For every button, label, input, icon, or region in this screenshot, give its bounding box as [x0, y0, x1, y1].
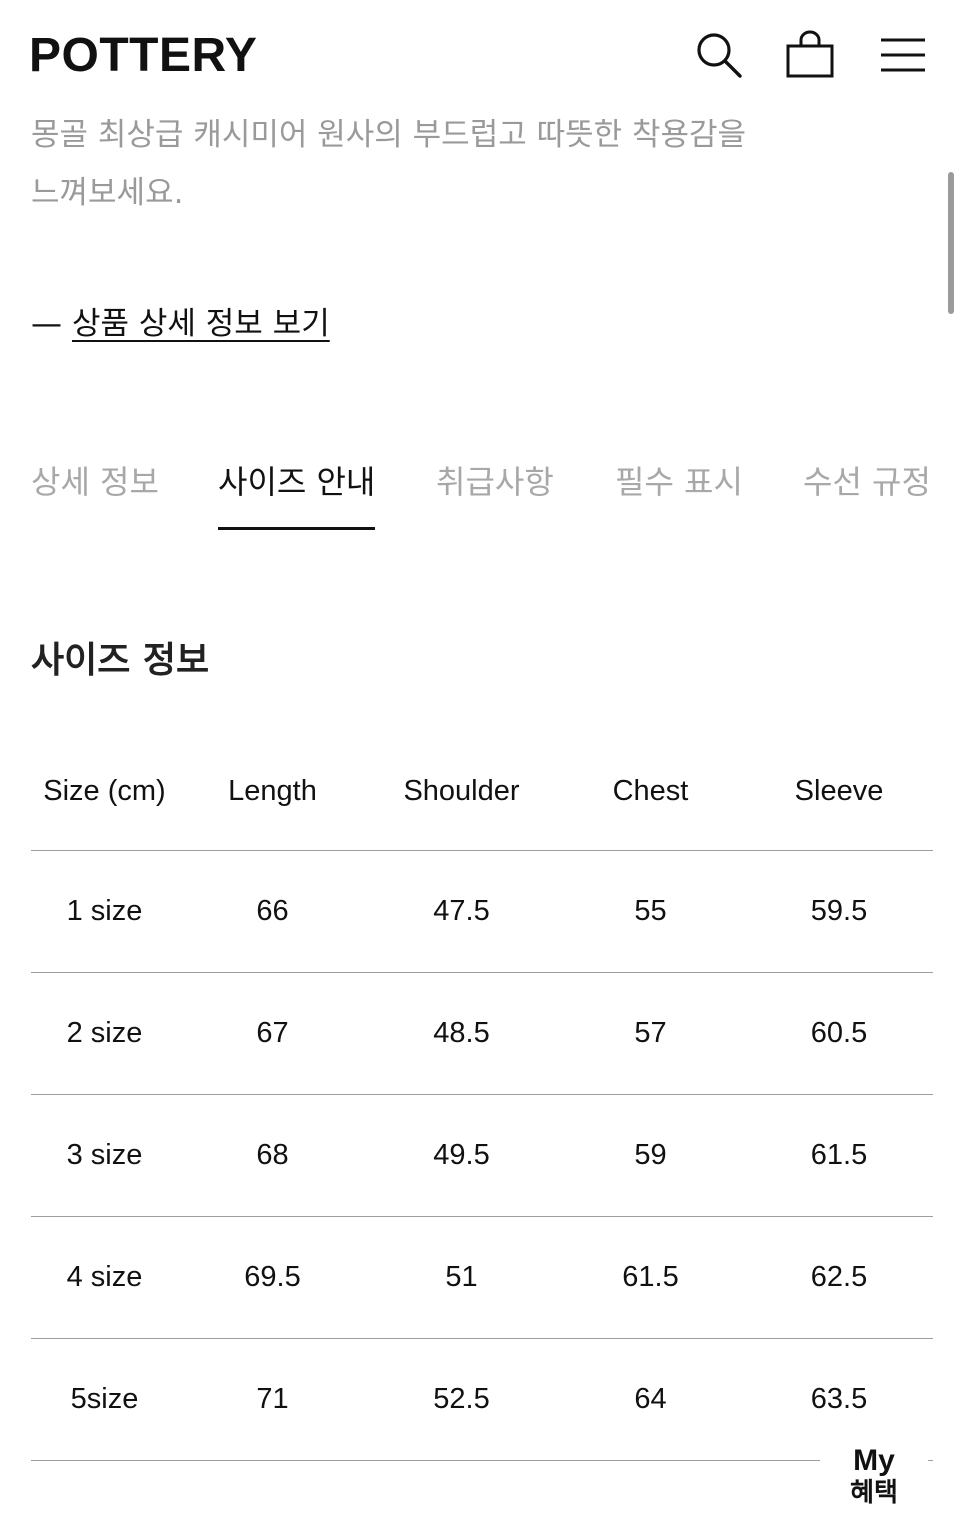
brand-logo[interactable]: POTTERY	[29, 28, 257, 83]
product-detail-link[interactable]: — 상품 상세 정보 보기	[31, 302, 330, 346]
table-row: 5size 71 52.5 64 63.5	[31, 1338, 933, 1461]
page-scrollbar[interactable]	[948, 172, 954, 314]
column-header: Size (cm)	[43, 774, 166, 807]
column-header: Sleeve	[794, 774, 884, 807]
column-header: Shoulder	[403, 774, 520, 807]
table-row: 2 size 67 48.5 57 60.5	[31, 972, 933, 1095]
size-section-title: 사이즈 정보	[31, 640, 210, 681]
length-cell: 67	[178, 972, 367, 1095]
shopping-bag-icon[interactable]	[783, 28, 837, 82]
shoulder-cell: 52.5	[367, 1338, 556, 1461]
tab-care-instructions[interactable]: 취급사항	[436, 458, 554, 532]
shoulder-cell: 47.5	[367, 850, 556, 973]
sleeve-cell: 60.5	[745, 972, 933, 1095]
size-cell: 2 size	[31, 972, 178, 1095]
length-cell: 69.5	[178, 1216, 367, 1339]
sleeve-cell: 61.5	[745, 1094, 933, 1217]
description-line-2: 느껴보세요.	[31, 175, 184, 211]
my-benefits-label-2: 혜택	[850, 1478, 898, 1508]
link-dash: —	[31, 306, 62, 342]
product-detail-link-label[interactable]: 상품 상세 정보 보기	[72, 306, 330, 342]
chest-cell: 55	[556, 850, 745, 973]
sleeve-cell: 59.5	[745, 850, 933, 973]
description-line-1: 몽골 최상급 캐시미어 원사의 부드럽고 따뜻한 착용감을	[31, 117, 747, 153]
size-cell: 5size	[31, 1338, 178, 1461]
size-cell: 1 size	[31, 850, 178, 973]
tab-size-guide[interactable]: 사이즈 안내	[218, 458, 376, 532]
hamburger-menu-icon[interactable]	[876, 28, 930, 82]
length-cell: 66	[178, 850, 367, 973]
column-header: Length	[228, 774, 317, 807]
product-info-tabs: 상세 정보 사이즈 안내 취급사항 필수 표시 수선 규정	[0, 458, 964, 532]
tab-detail-info[interactable]: 상세 정보	[31, 458, 159, 532]
sleeve-cell: 62.5	[745, 1216, 933, 1339]
search-icon[interactable]	[692, 28, 746, 82]
chest-cell: 64	[556, 1338, 745, 1461]
length-cell: 71	[178, 1338, 367, 1461]
tab-required-labeling[interactable]: 필수 표시	[615, 458, 743, 532]
size-table: Size (cm) Length Shoulder Chest Sleeve 1…	[31, 732, 933, 1461]
site-header: POTTERY	[0, 0, 964, 110]
shoulder-cell: 49.5	[367, 1094, 556, 1217]
column-header: Chest	[612, 774, 689, 807]
shoulder-cell: 48.5	[367, 972, 556, 1095]
my-benefits-button[interactable]: My 혜택	[820, 1436, 928, 1516]
table-row: 4 size 69.5 51 61.5 62.5	[31, 1216, 933, 1339]
size-cell: 4 size	[31, 1216, 178, 1339]
size-cell: 3 size	[31, 1094, 178, 1217]
chest-cell: 59	[556, 1094, 745, 1217]
shoulder-cell: 51	[367, 1216, 556, 1339]
table-row: 3 size 68 49.5 59 61.5	[31, 1094, 933, 1217]
length-cell: 68	[178, 1094, 367, 1217]
chest-cell: 61.5	[556, 1216, 745, 1339]
table-row: 1 size 66 47.5 55 59.5	[31, 850, 933, 973]
tab-repair-policy[interactable]: 수선 규정	[803, 458, 931, 532]
table-header-row: Size (cm) Length Shoulder Chest Sleeve	[31, 732, 933, 851]
chest-cell: 57	[556, 972, 745, 1095]
my-benefits-label-1: My	[853, 1444, 895, 1477]
product-description: 몽골 최상급 캐시미어 원사의 부드럽고 따뜻한 착용감을 느껴보세요.	[31, 106, 831, 222]
